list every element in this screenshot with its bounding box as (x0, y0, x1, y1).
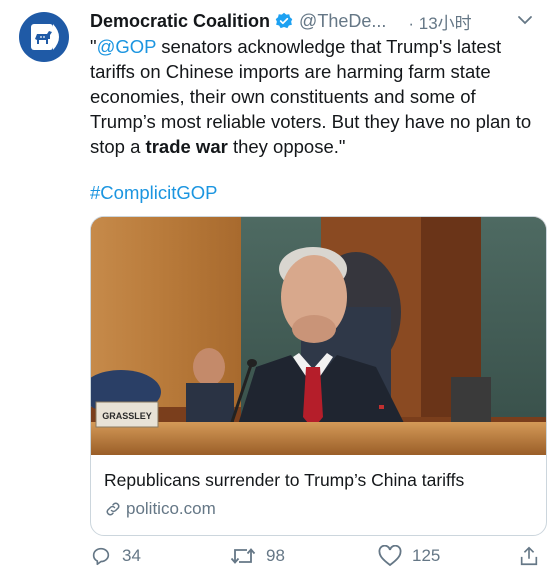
retweet-button[interactable]: 98 (230, 545, 285, 567)
share-button[interactable] (518, 545, 550, 567)
share-icon (520, 546, 538, 566)
donkey-logo-icon (31, 24, 59, 50)
card-domain-label: politico.com (126, 499, 216, 518)
reply-button[interactable]: 34 (90, 545, 141, 567)
card-image: GRASSLEY (91, 217, 546, 455)
avatar[interactable] (19, 12, 69, 62)
link-icon (106, 502, 120, 516)
tweet-actions: 34 98 125 (90, 545, 545, 571)
tweet-header: Democratic Coalition @TheDe... · 13小时 (90, 8, 541, 34)
reply-count: 34 (122, 546, 141, 565)
like-icon (378, 545, 402, 567)
tweet-timestamp[interactable]: · 13小时 (408, 9, 471, 34)
verified-badge-icon (275, 12, 293, 29)
user-handle[interactable]: @TheDe... (299, 11, 386, 32)
chevron-down-icon[interactable] (517, 14, 533, 26)
reply-icon (92, 547, 110, 566)
link-card[interactable]: GRASSLEY Republicans surrender to Trump’… (90, 216, 547, 536)
tweet-text: "@GOP senators acknowledge that Trump's … (90, 36, 532, 157)
display-name[interactable]: Democratic Coalition (90, 11, 270, 32)
mention-link[interactable]: @GOP (97, 36, 157, 57)
hashtag-link[interactable]: #ComplicitGOP (90, 182, 217, 204)
card-domain: politico.com (104, 499, 216, 519)
like-button[interactable]: 125 (378, 545, 440, 567)
retweet-count: 98 (266, 546, 285, 565)
card-title[interactable]: Republicans surrender to Trump’s China t… (104, 470, 464, 491)
retweet-icon (230, 548, 256, 564)
nameplate-text: GRASSLEY (102, 411, 152, 421)
like-count: 125 (412, 546, 441, 565)
